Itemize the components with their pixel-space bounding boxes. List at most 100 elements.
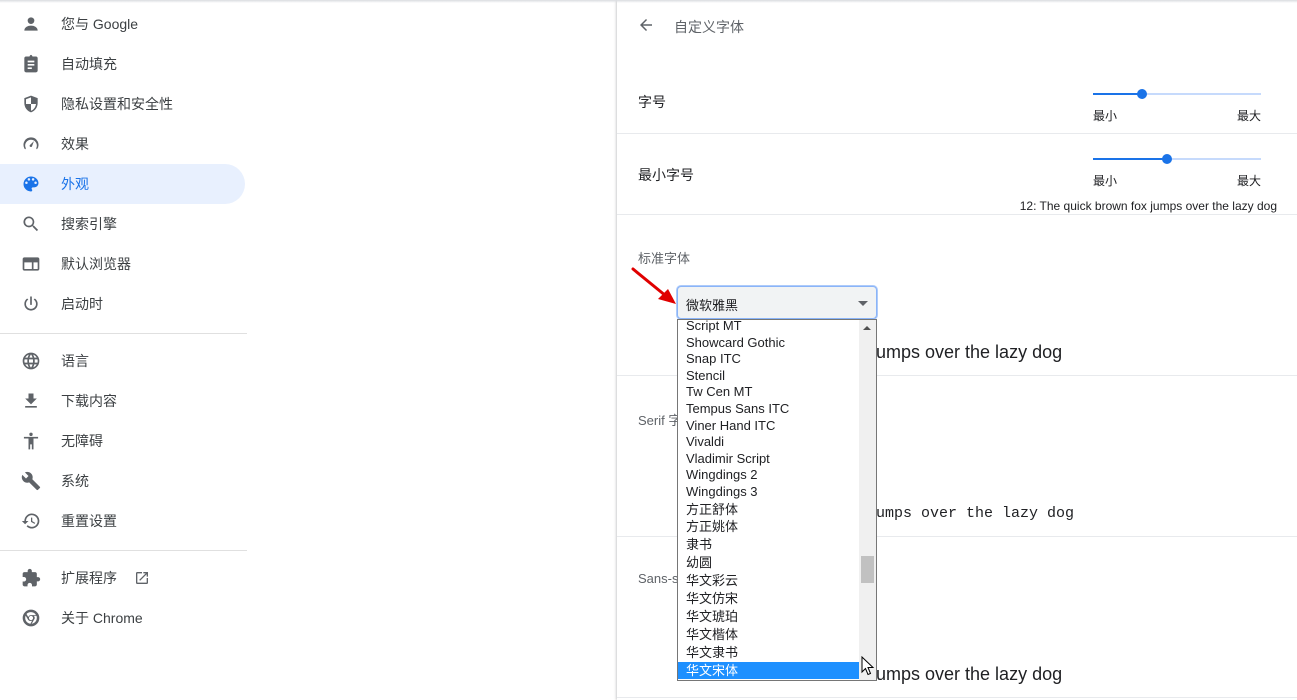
sidebar-item-system[interactable]: 系统 [0, 461, 245, 501]
sidebar-item-appearance[interactable]: 外观 [0, 164, 245, 204]
slider-knob[interactable] [1161, 154, 1172, 164]
font-option[interactable]: Script MT [678, 320, 860, 335]
sidebar-item-label: 语言 [61, 353, 89, 369]
globe-icon [21, 351, 41, 371]
sidebar-item-performance[interactable]: 效果 [0, 124, 245, 164]
slider-knob[interactable] [1136, 89, 1147, 99]
font-option[interactable]: 方正舒体 [678, 501, 860, 519]
sidebar-item-on-startup[interactable]: 启动时 [0, 284, 245, 324]
min-font-size-label: 最小字号 [638, 167, 694, 183]
sidebar-item-privacy[interactable]: 隐私设置和安全性 [0, 84, 245, 124]
sidebar-item-label: 扩展程序 [61, 570, 117, 586]
font-option[interactable]: Tempus Sans ITC [678, 401, 860, 418]
chrome-icon [21, 608, 41, 628]
download-icon [21, 391, 41, 411]
font-option[interactable]: 华文彩云 [678, 572, 860, 590]
sidebar-item-label: 隐私设置和安全性 [61, 96, 173, 112]
scrollbar-thumb[interactable] [861, 556, 874, 583]
puzzle-icon [21, 568, 41, 588]
sans-serif-font-sample: umps over the lazy dog [876, 664, 1063, 684]
back-button[interactable] [635, 14, 657, 36]
accessibility-icon [21, 431, 41, 451]
font-size-slider[interactable] [1093, 86, 1261, 102]
font-size-max-label: 最大 [1237, 109, 1262, 123]
subpage-header: 自定义字体 [617, 0, 1297, 50]
mouse-pointer-icon [861, 656, 875, 676]
sidebar-item-label: 搜索引擎 [61, 216, 117, 232]
font-option[interactable]: Stencil [678, 368, 860, 385]
font-option[interactable]: Viner Hand ITC [678, 418, 860, 435]
dropdown-caret-icon [858, 301, 868, 306]
sidebar-item-label: 关于 Chrome [61, 610, 143, 626]
font-option[interactable]: 隶书 [678, 536, 860, 554]
sidebar-item-default-browser[interactable]: 默认浏览器 [0, 244, 245, 284]
slider-fill [1093, 158, 1167, 160]
red-annotation-arrow-icon [631, 267, 676, 304]
sidebar-item-label: 下载内容 [61, 393, 117, 409]
sidebar-item-label: 您与 Google [61, 16, 139, 32]
sidebar-item-label: 无障碍 [61, 433, 103, 449]
sidebar-item-you-and-google[interactable]: 您与 Google [0, 4, 245, 44]
browser-icon [21, 254, 41, 274]
font-option[interactable]: 华文楷体 [678, 626, 860, 644]
font-size-label: 字号 [638, 94, 666, 110]
sidebar-item-languages[interactable]: 语言 [0, 341, 245, 381]
sidebar-item-reset[interactable]: 重置设置 [0, 501, 245, 541]
standard-font-select[interactable]: 微软雅黑 [677, 286, 877, 319]
font-option[interactable]: 华文仿宋 [678, 590, 860, 608]
sidebar-divider [0, 333, 247, 334]
sidebar-item-downloads[interactable]: 下载内容 [0, 381, 245, 421]
font-dropdown-list[interactable]: Script MT Showcard Gothic Snap ITC Stencil T… [677, 319, 877, 681]
page-title: 自定义字体 [674, 19, 744, 35]
font-option[interactable]: 华文隶书 [678, 644, 860, 662]
sidebar-divider [0, 550, 247, 551]
font-option[interactable]: Tw Cen MT [678, 384, 860, 401]
min-font-size-sample: 12: The quick brown fox jumps over the l… [1019, 199, 1277, 213]
min-font-size-slider[interactable] [1093, 151, 1261, 167]
sidebar-item-autofill[interactable]: 自动填充 [0, 44, 245, 84]
sidebar-item-about-chrome[interactable]: 关于 Chrome [0, 598, 245, 638]
serif-font-sample: umps over the lazy dog [876, 505, 1075, 522]
font-option[interactable]: Showcard Gothic [678, 335, 860, 352]
sidebar-item-accessibility[interactable]: 无障碍 [0, 421, 245, 461]
speedometer-icon [21, 134, 41, 154]
sidebar-item-search-engine[interactable]: 搜索引擎 [0, 204, 245, 244]
sidebar-item-label: 默认浏览器 [61, 256, 131, 272]
sidebar-item-extensions[interactable]: 扩展程序 [0, 558, 245, 598]
arrow-back-icon [637, 16, 655, 34]
palette-icon [21, 174, 41, 194]
shield-icon [21, 94, 41, 114]
font-option[interactable]: Vladimir Script [678, 451, 860, 468]
open-in-new-icon [134, 570, 150, 586]
font-option[interactable]: Wingdings 3 [678, 484, 860, 501]
sidebar-item-label: 启动时 [61, 296, 103, 312]
sidebar-item-label: 系统 [61, 473, 89, 489]
history-icon [21, 511, 41, 531]
sans-serif-font-label: Sans-s [638, 571, 679, 586]
top-shadow [0, 0, 1297, 3]
font-options: Script MT Showcard Gothic Snap ITC Stencil T… [678, 320, 860, 680]
sidebar-item-label: 效果 [61, 136, 89, 152]
font-option[interactable]: Snap ITC [678, 351, 860, 368]
sidebar-item-label: 重置设置 [61, 513, 117, 529]
sidebar-item-label: 自动填充 [61, 56, 117, 72]
font-option[interactable]: 幼圆 [678, 554, 860, 572]
scroll-up-arrow-icon[interactable] [863, 326, 871, 330]
clipboard-icon [21, 54, 41, 74]
sidebar-item-label: 外观 [61, 176, 89, 192]
standard-font-label: 标准字体 [638, 251, 691, 266]
row-divider [617, 697, 1297, 698]
row-divider [617, 214, 1297, 215]
serif-font-label: Serif 字 [638, 413, 682, 428]
search-icon [21, 214, 41, 234]
font-option[interactable]: 方正姚体 [678, 518, 860, 536]
power-icon [21, 294, 41, 314]
slider-fill [1093, 93, 1142, 95]
person-icon [21, 14, 41, 34]
font-option[interactable]: Wingdings 2 [678, 467, 860, 484]
font-option[interactable]: 华文琥珀 [678, 608, 860, 626]
dropdown-scrollbar[interactable] [859, 320, 876, 680]
font-option[interactable]: Vivaldi [678, 434, 860, 451]
min-font-size-max-label: 最大 [1237, 174, 1262, 188]
font-option[interactable]: 华文宋体 [678, 661, 860, 680]
